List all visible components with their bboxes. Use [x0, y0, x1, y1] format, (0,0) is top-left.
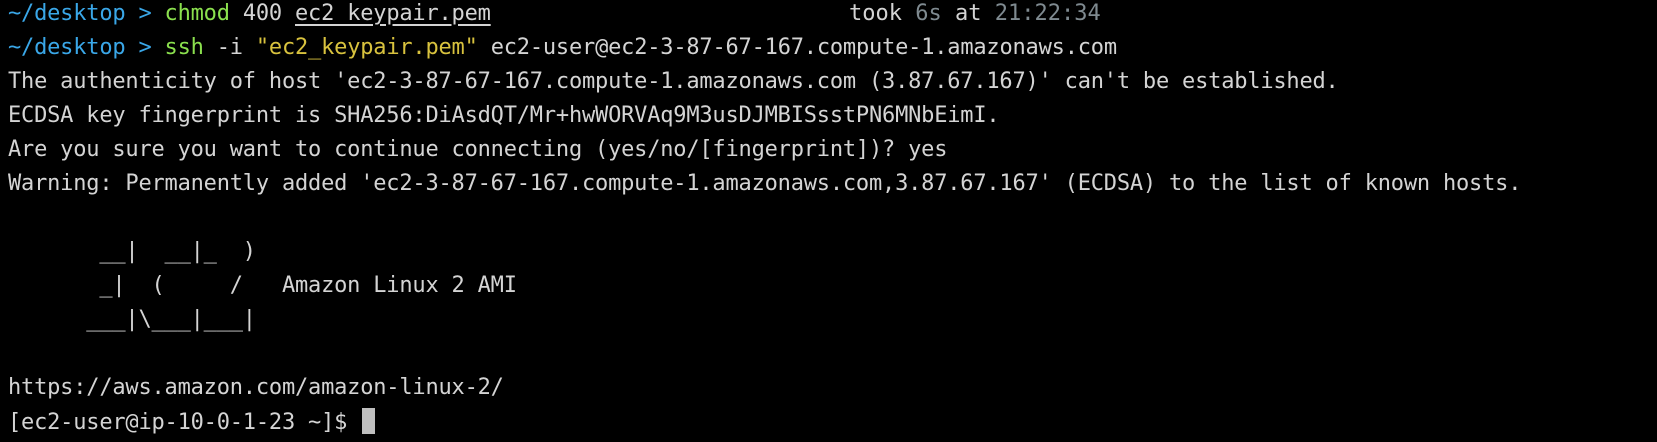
ami-banner-line: _| ( / Amazon Linux 2 AMI	[8, 273, 517, 298]
terminal-window[interactable]: ~/desktop > chmod 400 ec2_keypair.pem to…	[0, 0, 1657, 440]
remote-prompt-line[interactable]: [ec2-user@ip-10-0-1-23 ~]$	[8, 408, 1657, 442]
prompt-chevron: >	[138, 35, 152, 60]
command-time: 21:22:34	[994, 1, 1101, 26]
command-name: ssh	[164, 35, 204, 60]
prompt-path: ~/desktop	[8, 1, 126, 26]
output-line: The authenticity of host 'ec2-3-87-67-16…	[8, 69, 1339, 94]
output-line: ECDSA key fingerprint is SHA256:DiAsdQT/…	[8, 103, 1000, 128]
output-line: Are you sure you want to continue connec…	[8, 137, 948, 162]
amazon-linux-url: https://aws.amazon.com/amazon-linux-2/	[8, 375, 504, 400]
file-argument: ec2_keypair.pem	[295, 1, 491, 26]
at-label: at	[954, 1, 982, 26]
command-duration: took 6s at 21:22:34	[849, 0, 1101, 28]
prompt-path: ~/desktop	[8, 35, 126, 60]
command-line-ssh: ~/desktop > ssh -i "ec2_keypair.pem" ec2…	[8, 34, 1657, 68]
command-args: 400	[242, 1, 282, 26]
command-flag: -i	[216, 35, 243, 60]
took-label: took	[849, 1, 902, 26]
command-name: chmod	[164, 1, 230, 26]
output-line: Warning: Permanently added 'ec2-3-87-67-…	[8, 171, 1522, 196]
took-value: 6s	[915, 1, 942, 26]
key-file-string: "ec2_keypair.pem"	[255, 35, 478, 60]
ami-banner-line: __| __|_ )	[8, 239, 256, 264]
ami-banner-line: ___|\___|___|	[8, 307, 256, 332]
command-line-chmod: ~/desktop > chmod 400 ec2_keypair.pem	[8, 0, 1657, 34]
prompt-chevron: >	[138, 1, 152, 26]
text-cursor	[362, 408, 376, 434]
remote-prompt: [ec2-user@ip-10-0-1-23 ~]$	[8, 410, 361, 435]
ssh-host: ec2-user@ec2-3-87-67-167.compute-1.amazo…	[490, 35, 1117, 60]
